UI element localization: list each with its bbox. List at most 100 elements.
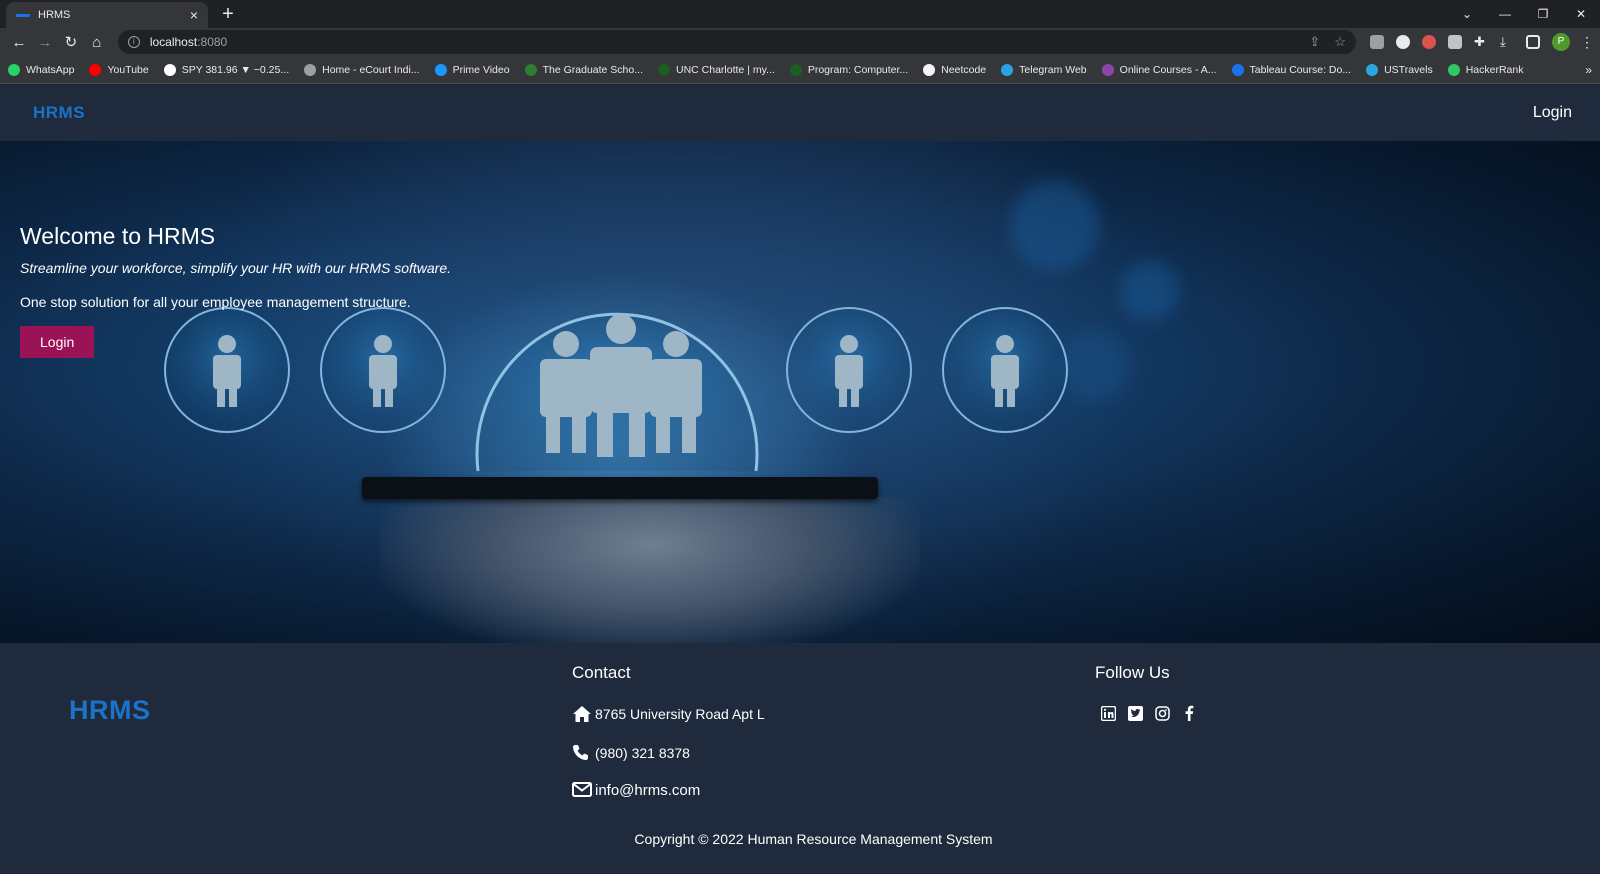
tab-search-icon[interactable]: ⌄ [1448, 7, 1486, 21]
facebook-icon[interactable] [1181, 705, 1197, 721]
bookmark-favicon-icon [923, 63, 936, 76]
bookmark-favicon-icon [304, 63, 317, 76]
bookmark-favicon-icon [434, 63, 447, 76]
footer-brand: HRMS [69, 695, 151, 725]
bookmark-label: The Graduate Scho... [542, 63, 643, 76]
app-navbar: HRMS Login [0, 84, 1600, 141]
reload-icon[interactable]: ↻ [58, 33, 84, 51]
hero-banner: Welcome to HRMS Streamline your workforc… [0, 141, 1600, 643]
person-circle-icon [942, 307, 1068, 433]
bookmark-item[interactable]: Telegram Web [1001, 63, 1087, 76]
restore-icon[interactable]: ❐ [1524, 7, 1562, 21]
footer: HRMS Contact 8765 University Road Apt L … [0, 643, 1600, 874]
navbar-brand[interactable]: HRMS [33, 103, 85, 123]
bookmark-item[interactable]: USTravels [1366, 63, 1433, 76]
bookmarks-bar: WhatsApp YouTube SPY 381.96 ▼ −0.25... Home… [0, 56, 1600, 84]
copyright-label: Copyright © 2022 Human Resource Manageme… [634, 831, 993, 847]
bookmark-favicon-icon [163, 63, 176, 76]
bookmark-favicon-icon [1001, 63, 1014, 76]
address-bar[interactable]: i localhost :8080 ⇪ ☆ [117, 30, 1356, 54]
email-link[interactable]: info@hrms.com [595, 782, 700, 799]
site-info-icon[interactable]: i [127, 36, 140, 48]
bookmark-label: Online Courses - A... [1119, 63, 1217, 76]
tab-close-icon[interactable]: × [190, 7, 198, 23]
url-port: :8080 [197, 35, 228, 49]
follow-section: Follow Us [1095, 663, 1208, 721]
extension-icon[interactable] [1369, 35, 1384, 49]
social-links [1100, 705, 1208, 721]
bookmark-label: WhatsApp [26, 63, 75, 76]
bookmark-favicon-icon [89, 63, 102, 76]
url-host: localhost [149, 35, 198, 49]
phone-line: (980) 321 8378 [572, 744, 765, 761]
tab-favicon-icon [16, 13, 30, 17]
bookmarks-more-icon[interactable]: » [1585, 63, 1592, 77]
copyright-text: Copyright © 2022 Human Resource Manageme… [0, 831, 1600, 847]
new-tab-button[interactable]: + [216, 2, 240, 26]
browser-toolbar: ← → ↻ ⌂ i localhost :8080 ⇪ ☆ ✚ ⤓ P ⋮ [0, 28, 1600, 56]
bookmark-favicon-icon [1366, 63, 1379, 76]
bookmark-favicon-icon [1231, 63, 1244, 76]
envelope-icon [572, 782, 592, 797]
bookmark-star-icon[interactable]: ☆ [1334, 34, 1346, 50]
extension-icon[interactable] [1421, 35, 1436, 49]
navbar-login-link[interactable]: Login [1533, 104, 1572, 122]
hero-title: Welcome to HRMS [20, 223, 216, 249]
bookmark-label: Program: Computer... [807, 63, 909, 76]
bookmark-item[interactable]: Prime Video [434, 63, 510, 76]
bookmark-favicon-icon [658, 63, 670, 76]
contact-section: Contact 8765 University Road Apt L (980)… [572, 663, 765, 820]
bookmark-item[interactable]: WhatsApp [8, 63, 75, 76]
bookmark-favicon-icon [524, 63, 537, 76]
follow-heading: Follow Us [1095, 663, 1170, 682]
browser-tab-strip: HRMS × + ⌄ — ❐ ✕ [0, 0, 1600, 28]
bookmark-item[interactable]: HackerRank [1447, 63, 1524, 76]
back-icon[interactable]: ← [6, 34, 32, 51]
bookmark-item[interactable]: YouTube [89, 63, 149, 76]
share-icon[interactable]: ⇪ [1309, 34, 1320, 50]
instagram-icon[interactable] [1154, 705, 1170, 721]
bookmark-favicon-icon [1101, 63, 1114, 76]
bookmark-item[interactable]: UNC Charlotte | my... [658, 63, 775, 76]
bookmark-label: Telegram Web [1019, 63, 1087, 76]
bookmark-item[interactable]: Program: Computer... [789, 63, 909, 76]
bookmark-item[interactable]: Neetcode [923, 63, 987, 76]
bookmark-item[interactable]: SPY 381.96 ▼ −0.25... [163, 63, 289, 76]
phone-icon [572, 744, 592, 761]
hero-description: One stop solution for all your employee … [20, 294, 411, 310]
phone-text: (980) 321 8378 [595, 744, 690, 761]
bookmark-label: Tableau Course: Do... [1249, 63, 1352, 76]
linkedin-icon[interactable] [1100, 705, 1116, 721]
extension-icon[interactable] [1447, 35, 1462, 49]
bookmark-label: UNC Charlotte | my... [676, 63, 775, 76]
forward-icon[interactable]: → [32, 34, 58, 51]
hero-text-block: Welcome to HRMS Streamline your workforc… [20, 223, 451, 358]
bookmark-label: Neetcode [941, 63, 987, 76]
download-icon[interactable]: ⤓ [1500, 35, 1514, 49]
bookmark-label: Prime Video [452, 63, 510, 76]
email-line: info@hrms.com [572, 782, 765, 799]
puzzle-icon[interactable]: ✚ [1474, 35, 1488, 49]
extension-icons: ✚ ⤓ P ⋮ [1364, 33, 1594, 51]
window-close-icon[interactable]: ✕ [1562, 7, 1600, 21]
minimize-icon[interactable]: — [1486, 7, 1524, 21]
extension-icon[interactable] [1395, 35, 1410, 49]
browser-tab[interactable]: HRMS × [6, 2, 208, 28]
person-circle-icon [786, 307, 912, 433]
profile-avatar[interactable]: P [1551, 33, 1570, 51]
contact-heading: Contact [572, 663, 631, 682]
hero-login-button[interactable]: Login [20, 326, 95, 358]
bookmark-item[interactable]: Online Courses - A... [1101, 63, 1217, 76]
browser-menu-icon[interactable]: ⋮ [1580, 34, 1594, 51]
bookmark-label: HackerRank [1465, 63, 1524, 76]
bookmark-item[interactable]: Home - eCourt Indi... [304, 63, 420, 76]
bookmark-item[interactable]: Tableau Course: Do... [1231, 63, 1352, 76]
home-icon[interactable]: ⌂ [84, 34, 110, 51]
bookmark-item[interactable]: The Graduate Scho... [524, 63, 643, 76]
bookmark-favicon-icon [789, 63, 802, 76]
twitter-icon[interactable] [1127, 705, 1143, 721]
hero-subtitle: Streamline your workforce, simplify your… [20, 260, 452, 276]
side-panel-icon[interactable] [1525, 35, 1540, 49]
window-controls: ⌄ — ❐ ✕ [1448, 0, 1600, 28]
address-line: 8765 University Road Apt L [572, 705, 765, 723]
